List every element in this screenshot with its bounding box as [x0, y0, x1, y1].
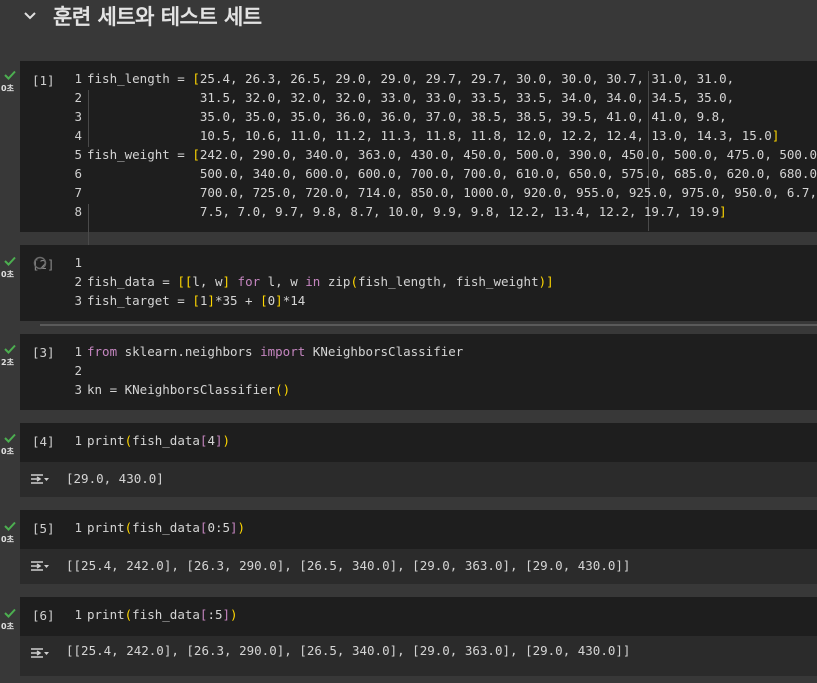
- output-text: [29.0, 430.0]: [66, 471, 164, 486]
- line-number: 1: [74, 607, 82, 622]
- cell-gutter-2: 0초: [0, 254, 20, 280]
- check-icon: [4, 344, 16, 354]
- line-number: 3: [74, 293, 82, 308]
- code-text: fish_length = [25.4, 26.3, 26.5, 29.0, 2…: [87, 71, 735, 86]
- code-text: 35.0, 35.0, 35.0, 36.0, 36.0, 37.0, 38.5…: [87, 109, 727, 124]
- check-icon: [4, 70, 16, 80]
- check-icon: [4, 433, 16, 443]
- code-cell-2[interactable]: [2] 1 2 fish_data = [[l, w] for l, w in z…: [20, 245, 817, 321]
- line-number: 5: [74, 147, 82, 162]
- line-number: 1: [74, 71, 82, 86]
- line-number: 1: [74, 344, 82, 359]
- output-toggle-icon[interactable]: [29, 472, 49, 486]
- cell-output-5: [[25.4, 242.0], [26.3, 290.0], [26.5, 34…: [20, 549, 817, 584]
- code-text: kn = KNeighborsClassifier(): [87, 382, 291, 397]
- code-text: fish_target = [1]*35 + [0]*14: [87, 293, 306, 308]
- section-header: 훈련 세트와 테스트 세트: [0, 0, 817, 32]
- line-number: 1: [74, 433, 82, 448]
- code-text: from sklearn.neighbors import KNeighbors…: [87, 344, 464, 359]
- code-cell-5[interactable]: [5] 1 print(fish_data[0:5]): [20, 510, 817, 549]
- line-number: 3: [74, 109, 82, 124]
- line-number: 7: [74, 185, 82, 200]
- cell-divider: [40, 324, 817, 326]
- code-cell-6[interactable]: [6] 1 print(fish_data[:5]): [20, 597, 817, 636]
- code-text: 31.5, 32.0, 32.0, 32.0, 33.0, 33.0, 33.5…: [87, 90, 735, 105]
- line-number: 4: [74, 128, 82, 143]
- cell-gutter-4: 0초: [0, 431, 20, 457]
- check-icon: [4, 521, 16, 531]
- code-text: print(fish_data[4]): [87, 433, 231, 448]
- code-text: fish_data = [[l, w] for l, w in zip(fish…: [87, 274, 554, 289]
- line-number: 2: [74, 274, 82, 289]
- line-number: 6: [74, 166, 82, 181]
- code-cell-1[interactable]: [1] 1 fish_length = [25.4, 26.3, 26.5, 29…: [20, 61, 817, 261]
- line-number: 2: [74, 363, 82, 378]
- code-text: 700.0, 725.0, 720.0, 714.0, 850.0, 1000.…: [87, 185, 817, 200]
- section-title: 훈련 세트와 테스트 세트: [53, 5, 262, 29]
- chevron-down-icon[interactable]: [22, 8, 38, 24]
- check-icon: [4, 608, 16, 618]
- cell-gutter-6: 0초: [0, 606, 20, 632]
- line-number: 2: [74, 90, 82, 105]
- output-toggle-icon[interactable]: [29, 646, 49, 660]
- exec-time: 0초: [1, 447, 14, 456]
- output-toggle-icon[interactable]: [29, 559, 49, 573]
- code-text: 7.5, 7.0, 9.7, 9.8, 8.7, 10.0, 9.9, 9.8,…: [87, 204, 727, 219]
- line-number: 3: [74, 382, 82, 397]
- line-number: 1: [74, 255, 82, 270]
- exec-time: 2초: [1, 358, 14, 367]
- code-text: 10.5, 10.6, 11.0, 11.2, 11.3, 11.8, 11.8…: [87, 128, 780, 143]
- output-text: [[25.4, 242.0], [26.3, 290.0], [26.5, 34…: [66, 643, 631, 658]
- cell-output-4: [29.0, 430.0]: [20, 462, 817, 497]
- cell-output-6: [[25.4, 242.0], [26.3, 290.0], [26.5, 34…: [20, 636, 817, 676]
- exec-time: 0초: [1, 535, 14, 544]
- exec-time: 0초: [1, 622, 14, 631]
- exec-time: 0초: [1, 84, 14, 93]
- output-text: [[25.4, 242.0], [26.3, 290.0], [26.5, 34…: [66, 558, 631, 573]
- exec-time: 0초: [1, 270, 14, 279]
- cell-gutter-3: 2초: [0, 342, 20, 368]
- code-cell-4[interactable]: [4] 1 print(fish_data[4]): [20, 423, 817, 462]
- line-number: 8: [74, 204, 82, 219]
- check-icon: [4, 256, 16, 266]
- cell-gutter-1: 0초: [0, 68, 20, 94]
- cell-gutter-5: 0초: [0, 519, 20, 545]
- code-text: print(fish_data[:5]): [87, 607, 238, 622]
- code-cell-3[interactable]: [3] 1 from sklearn.neighbors import KNeig…: [20, 334, 817, 410]
- spinner-icon[interactable]: [33, 256, 47, 270]
- code-text: 500.0, 340.0, 600.0, 600.0, 700.0, 700.0…: [87, 166, 817, 181]
- code-text: print(fish_data[0:5]): [87, 520, 246, 535]
- line-number: 1: [74, 520, 82, 535]
- code-text: fish_weight = [242.0, 290.0, 340.0, 363.…: [87, 147, 817, 162]
